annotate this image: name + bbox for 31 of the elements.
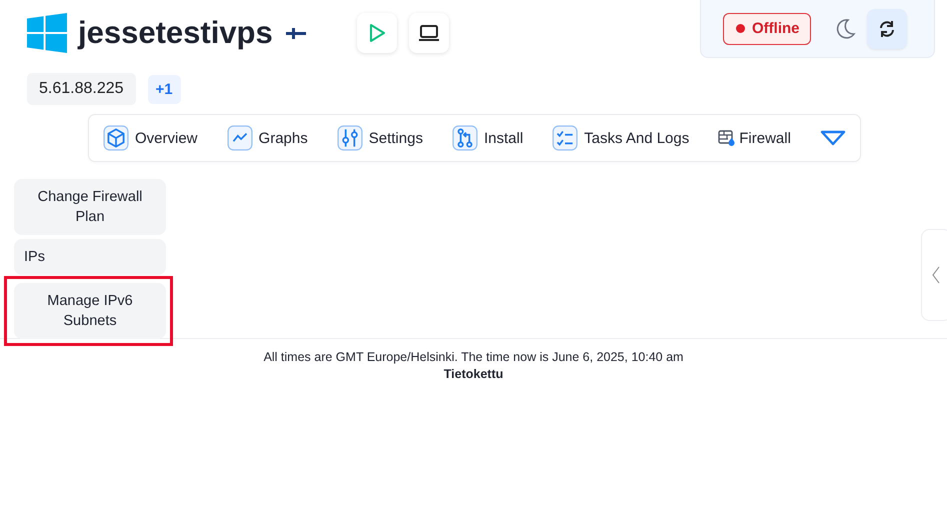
status-label: Offline xyxy=(752,20,800,37)
more-tabs-icon[interactable] xyxy=(820,129,846,147)
status-dot xyxy=(736,24,745,33)
ip-address: 5.61.88.225 xyxy=(27,73,136,105)
finland-flag-icon xyxy=(286,26,306,40)
collapse-panel-handle[interactable] xyxy=(921,229,947,321)
side-menu-button[interactable]: IPs xyxy=(14,239,166,275)
tasks-icon xyxy=(552,125,578,151)
firewall-icon xyxy=(718,129,736,147)
windows-logo-icon xyxy=(27,13,67,53)
nav-tab[interactable]: Overview xyxy=(103,125,198,151)
install-icon xyxy=(452,125,478,151)
nav-tab[interactable]: Install xyxy=(452,125,524,151)
start-button[interactable] xyxy=(356,13,397,53)
nav-tab[interactable]: Graphs xyxy=(226,125,308,151)
graph-icon xyxy=(226,125,253,151)
console-button[interactable] xyxy=(408,13,449,53)
laptop-icon xyxy=(418,22,440,44)
server-name: jessetestivps xyxy=(78,15,273,51)
footer-brand: Tietokettu xyxy=(442,366,504,383)
side-menu-button[interactable]: Manage IPv6 Subnets xyxy=(14,283,166,339)
extra-ips-badge[interactable]: +1 xyxy=(148,74,181,104)
sliders-icon xyxy=(336,125,363,151)
side-menu-button[interactable]: Change Firewall Plan xyxy=(14,179,166,235)
refresh-button[interactable] xyxy=(866,8,906,48)
nav-tab[interactable]: Settings xyxy=(336,125,423,151)
refresh-icon xyxy=(878,20,896,38)
nav-tab[interactable]: Tasks And Logs xyxy=(552,125,690,151)
nav-tab[interactable]: Firewall xyxy=(718,129,791,147)
footer-note: All times are GMT Europe/Helsinki. The time now is June 6, 2025, 10:40 am xyxy=(262,349,684,366)
cube-icon xyxy=(103,125,129,151)
